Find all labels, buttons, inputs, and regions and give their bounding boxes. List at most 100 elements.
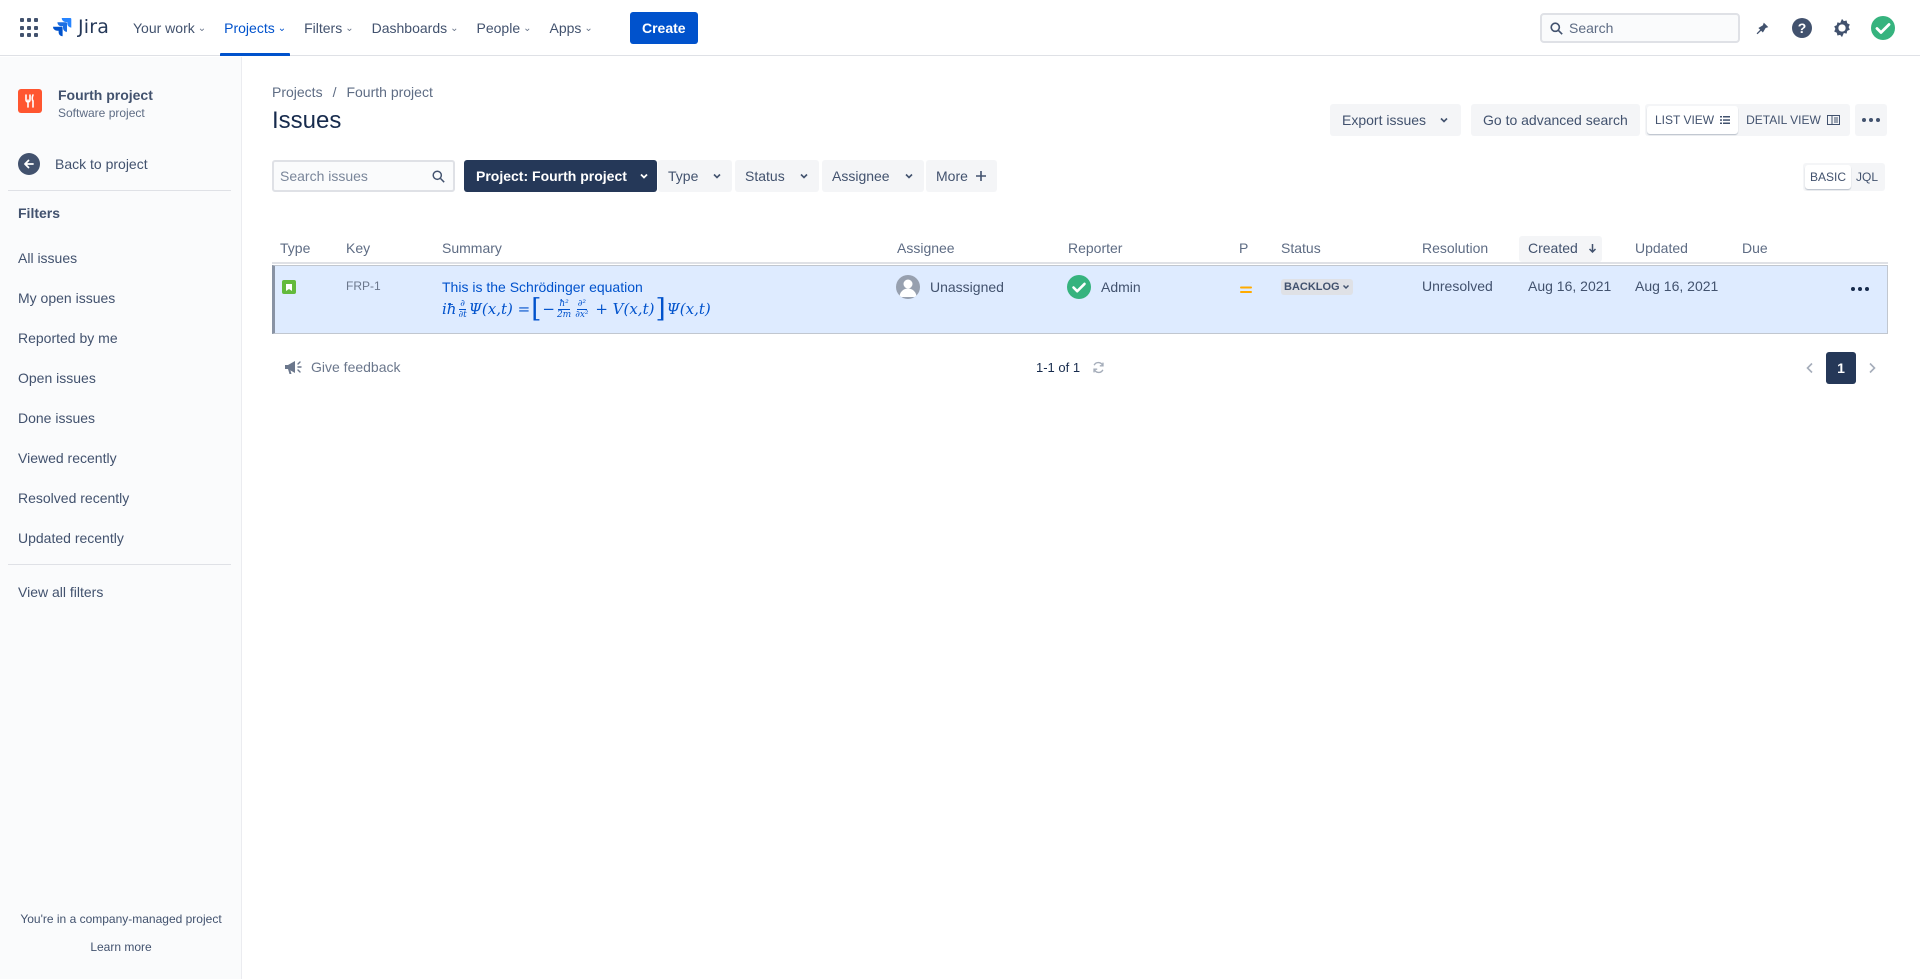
notifications-icon[interactable] (1750, 16, 1774, 40)
column-header-type[interactable]: Type (280, 240, 310, 256)
more-filters-button[interactable]: More (926, 160, 997, 192)
column-header-status[interactable]: Status (1281, 240, 1321, 256)
filter-all-issues[interactable]: All issues (18, 250, 77, 266)
row-actions-button[interactable] (1846, 280, 1874, 298)
global-search-input[interactable] (1569, 20, 1729, 36)
give-feedback-link[interactable]: Give feedback (283, 358, 401, 376)
detail-view-label: DETAIL VIEW (1746, 113, 1821, 127)
project-filter-button[interactable]: Project: Fourth project (464, 160, 657, 192)
column-header-resolution[interactable]: Resolution (1422, 240, 1488, 256)
megaphone-icon (285, 361, 302, 374)
nav-label: Projects (224, 20, 275, 36)
nav-apps[interactable]: Apps ⌄ (541, 0, 602, 56)
next-page-chevron-icon[interactable] (1864, 360, 1880, 376)
breadcrumb-projects[interactable]: Projects (272, 84, 323, 100)
jql-option[interactable]: JQL (1851, 165, 1883, 189)
nav-label: Filters (304, 20, 343, 36)
filters-heading: Filters (18, 205, 61, 221)
chevron-down-icon (905, 173, 913, 179)
status-label: BACKLOG (1284, 281, 1340, 293)
filter-done-issues[interactable]: Done issues (18, 410, 95, 426)
top-navigation: Jira Your work ⌄ Projects ⌄ Filters ⌄ Dashb… (0, 0, 1920, 56)
list-view-label: LIST VIEW (1655, 113, 1715, 127)
project-filter-label: Project: Fourth project (476, 168, 627, 184)
issue-search-input[interactable] (280, 168, 420, 184)
nav-menu: Your work ⌄ Projects ⌄ Filters ⌄ Dashboards… (124, 0, 602, 56)
project-type: Software project (58, 106, 145, 120)
learn-more-link[interactable]: Learn more (0, 940, 242, 954)
advanced-search-button[interactable]: Go to advanced search (1471, 104, 1640, 136)
column-header-created[interactable]: Created (1528, 240, 1597, 256)
column-header-key[interactable]: Key (346, 240, 370, 256)
issue-key[interactable]: FRP-1 (346, 279, 381, 293)
plus-icon (975, 171, 986, 181)
jira-logo[interactable]: Jira (52, 16, 109, 38)
create-button[interactable]: Create (630, 12, 698, 44)
nav-filters[interactable]: Filters ⌄ (295, 0, 363, 56)
filter-updated-recently[interactable]: Updated recently (18, 530, 124, 546)
more-actions-button[interactable] (1855, 104, 1887, 136)
status-filter-button[interactable]: Status (735, 160, 819, 192)
previous-page-chevron-icon[interactable] (1802, 360, 1818, 376)
chevron-down-icon: ⌄ (450, 22, 459, 34)
feedback-label: Give feedback (311, 359, 401, 375)
detail-view-option[interactable]: DETAIL VIEW (1738, 106, 1848, 134)
back-to-project-link[interactable]: Back to project (18, 153, 148, 175)
chevron-down-icon: ⌄ (523, 22, 532, 34)
filter-viewed-recently[interactable]: Viewed recently (18, 450, 117, 466)
breadcrumb-project[interactable]: Fourth project (346, 84, 432, 100)
filter-reported-by-me[interactable]: Reported by me (18, 330, 118, 346)
filter-my-open-issues[interactable]: My open issues (18, 290, 115, 306)
issue-assignee[interactable]: Unassigned (930, 279, 1004, 295)
column-header-assignee[interactable]: Assignee (897, 240, 955, 256)
export-label: Export issues (1342, 112, 1427, 128)
assignee-filter-button[interactable]: Assignee (822, 160, 924, 192)
settings-gear-icon[interactable] (1830, 16, 1854, 40)
profile-avatar[interactable] (1870, 15, 1896, 41)
project-name: Fourth project (58, 87, 153, 103)
app-switcher-icon[interactable] (20, 18, 40, 38)
project-header[interactable]: Fourth project Software project (18, 87, 153, 120)
issue-reporter[interactable]: Admin (1101, 279, 1141, 295)
nav-label: People (476, 20, 521, 36)
refresh-icon[interactable] (1092, 361, 1105, 374)
list-view-option[interactable]: LIST VIEW (1647, 106, 1739, 134)
page-1-button[interactable]: 1 (1826, 352, 1856, 384)
filter-resolved-recently[interactable]: Resolved recently (18, 490, 129, 506)
status-lozenge[interactable]: BACKLOG (1281, 279, 1353, 295)
filter-open-issues[interactable]: Open issues (18, 370, 96, 386)
issue-resolution: Unresolved (1422, 278, 1493, 294)
help-icon[interactable]: ? (1790, 16, 1814, 40)
issue-search-box[interactable] (272, 160, 455, 192)
type-filter-button[interactable]: Type (658, 160, 733, 192)
chevron-down-icon (1440, 117, 1448, 123)
chevron-down-icon (713, 173, 721, 179)
export-issues-button[interactable]: Export issues (1330, 104, 1461, 136)
chevron-down-icon (1342, 284, 1349, 290)
view-all-filters-link[interactable]: View all filters (18, 584, 103, 600)
nav-label: Apps (549, 20, 582, 36)
global-search[interactable] (1540, 13, 1740, 43)
column-header-updated[interactable]: Updated (1635, 240, 1688, 256)
medium-priority-icon (1240, 282, 1252, 298)
pagination-count: 1-1 of 1 (1036, 360, 1081, 375)
nav-your-work[interactable]: Your work ⌄ (124, 0, 215, 56)
nav-dashboards[interactable]: Dashboards ⌄ (363, 0, 468, 56)
chevron-down-icon: ⌄ (584, 22, 593, 34)
created-header-label: Created (1528, 240, 1578, 256)
column-header-reporter[interactable]: Reporter (1068, 240, 1122, 256)
issue-summary-link[interactable]: This is the Schrödinger equation (442, 279, 643, 295)
column-header-due[interactable]: Due (1742, 240, 1768, 256)
nav-projects[interactable]: Projects ⌄ (215, 0, 295, 56)
header-divider (272, 262, 1888, 264)
divider (8, 190, 231, 191)
column-header-priority[interactable]: P (1239, 240, 1248, 256)
svg-text:?: ? (1798, 20, 1807, 36)
unassigned-avatar-icon (896, 275, 920, 299)
column-header-summary[interactable]: Summary (442, 240, 502, 256)
type-filter-label: Type (668, 168, 699, 184)
project-avatar-icon (18, 89, 42, 113)
jira-logo-icon (53, 18, 72, 37)
nav-people[interactable]: People ⌄ (468, 0, 541, 56)
basic-option[interactable]: BASIC (1805, 165, 1852, 189)
